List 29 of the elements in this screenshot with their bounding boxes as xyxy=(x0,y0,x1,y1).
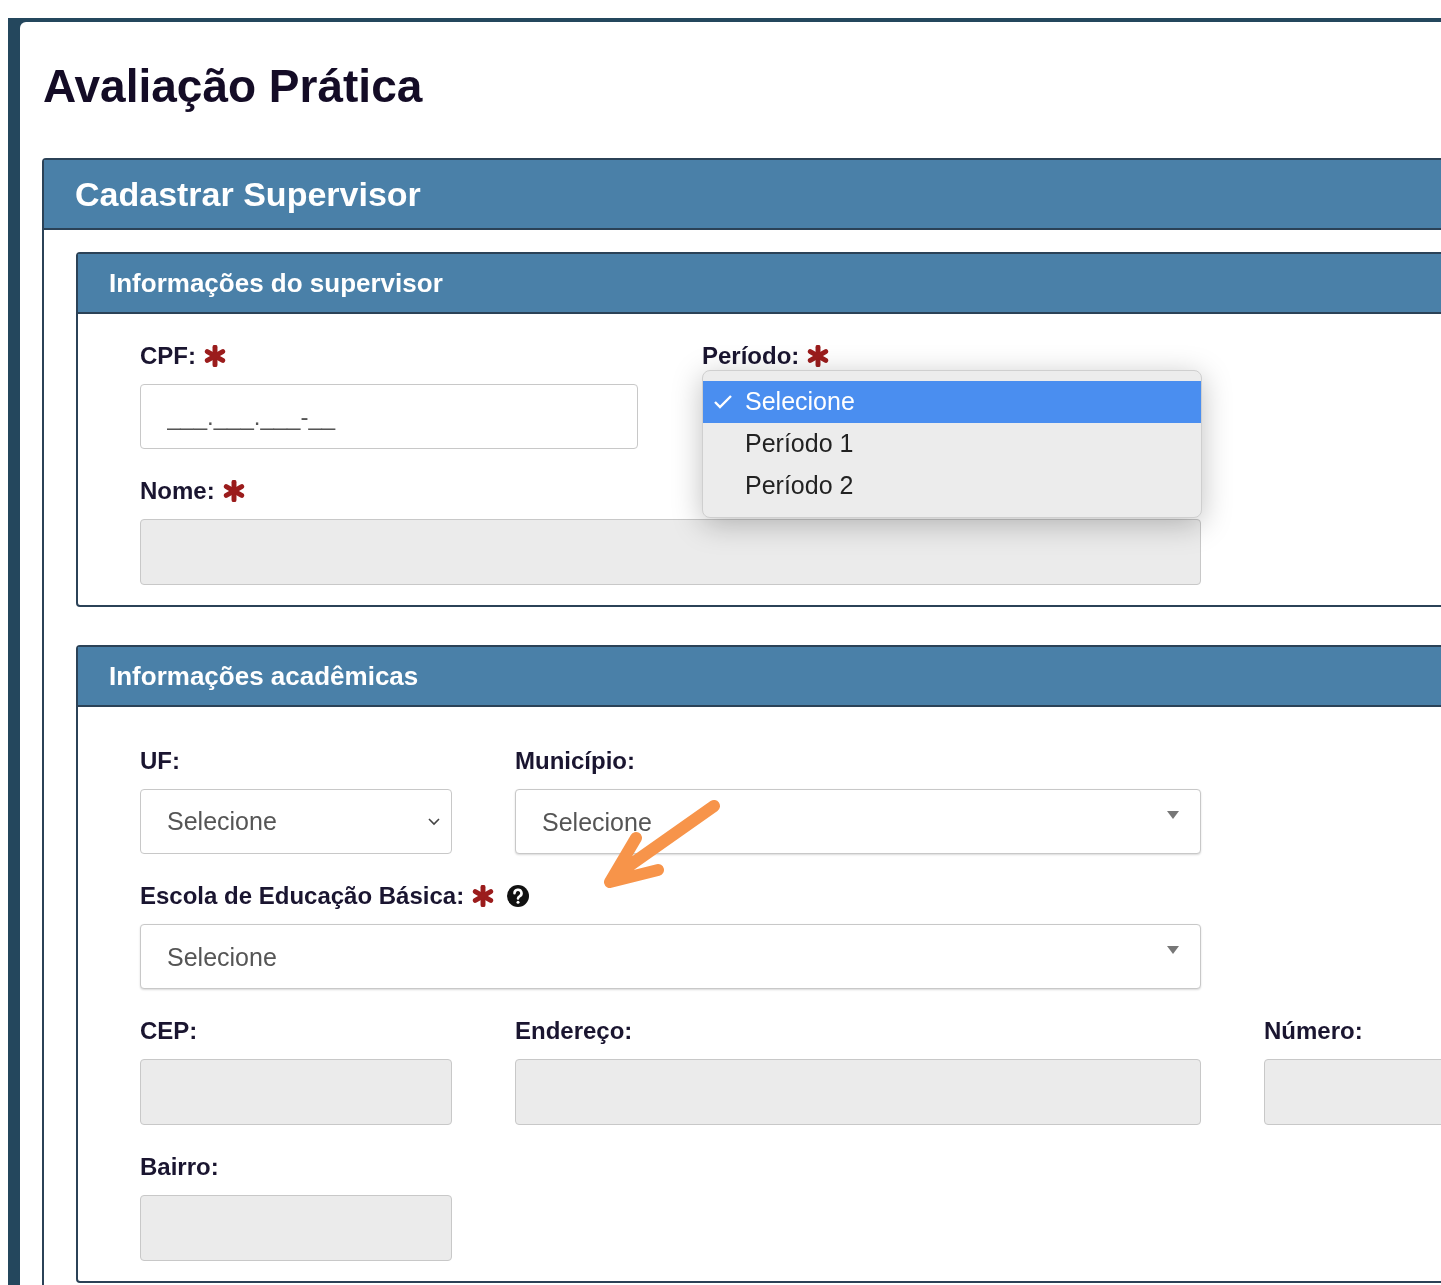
section-title: Informações do supervisor xyxy=(109,266,443,300)
field-label: Município: xyxy=(515,746,635,776)
panel-title: Cadastrar Supervisor xyxy=(75,173,421,215)
readonly-field[interactable] xyxy=(140,1059,452,1125)
checkmark-icon xyxy=(713,394,733,410)
field-label: CEP: xyxy=(140,1016,198,1046)
field-label: Número: xyxy=(1264,1016,1363,1046)
field-label: Endereço: xyxy=(515,1016,633,1046)
page-title: Avaliação Prática xyxy=(42,59,424,114)
help-icon[interactable] xyxy=(506,884,531,908)
field-label: Escola de Educação Básica: xyxy=(140,881,465,911)
dropdown-triangle-icon xyxy=(1166,810,1180,820)
readonly-field[interactable] xyxy=(140,519,1201,585)
select-field[interactable]: Selecione xyxy=(140,924,1201,989)
field-label: Período: xyxy=(702,341,800,371)
dropdown-option[interactable]: Período 1 xyxy=(703,423,1201,465)
chevron-down-icon xyxy=(427,816,441,827)
section-title: Informações acadêmicas xyxy=(109,659,419,693)
field-label: UF: xyxy=(140,746,180,776)
field-label: CPF: xyxy=(140,341,196,371)
readonly-field[interactable] xyxy=(515,1059,1201,1125)
select-field[interactable]: Selecione xyxy=(140,789,452,854)
field-label: Bairro: xyxy=(140,1152,219,1182)
dropdown-triangle-icon xyxy=(1166,945,1180,955)
cpf-input[interactable]: ___.___.___-__ xyxy=(140,384,638,449)
readonly-field[interactable] xyxy=(140,1195,452,1261)
dropdown-option[interactable]: Período 2 xyxy=(703,465,1201,507)
field-label: Nome: xyxy=(140,476,215,506)
select-field[interactable]: Selecione xyxy=(515,789,1201,854)
